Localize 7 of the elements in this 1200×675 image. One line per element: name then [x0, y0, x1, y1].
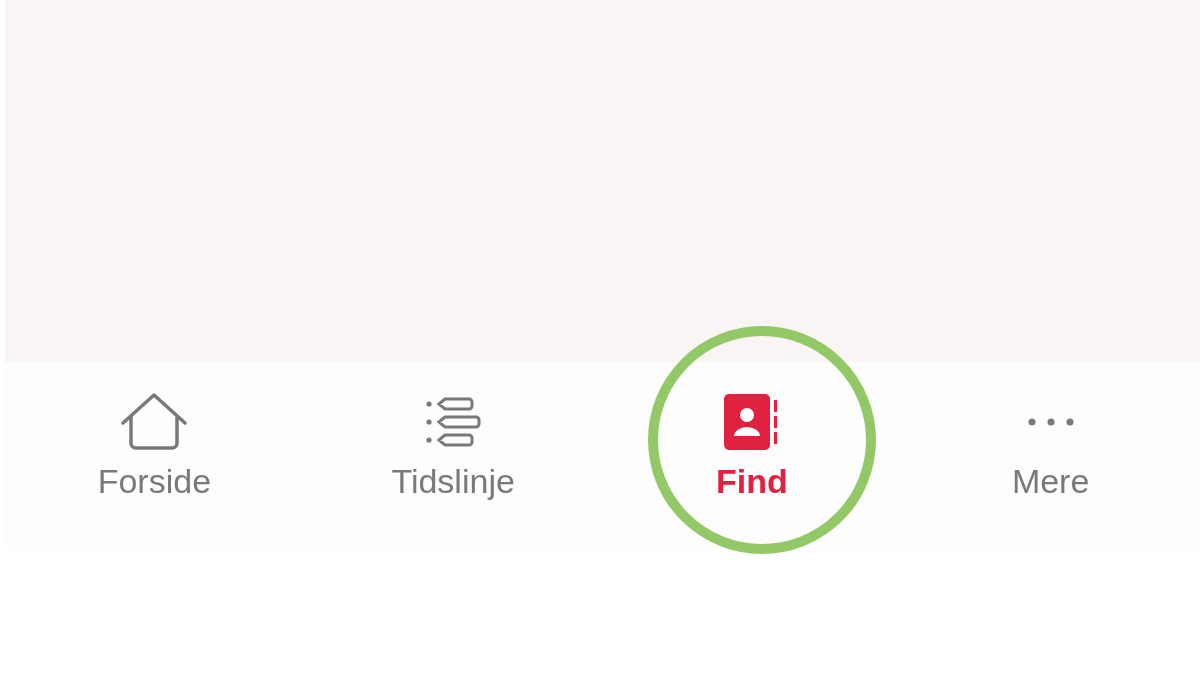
- more-icon: [1026, 417, 1075, 427]
- home-icon: [121, 393, 188, 451]
- tab[interactable]: Tidslinje: [363, 362, 544, 512]
- list-icon: [425, 396, 482, 448]
- tab[interactable]: Mere: [960, 362, 1141, 512]
- tab[interactable]: Find: [661, 362, 842, 512]
- tab[interactable]: Forside: [64, 362, 245, 512]
